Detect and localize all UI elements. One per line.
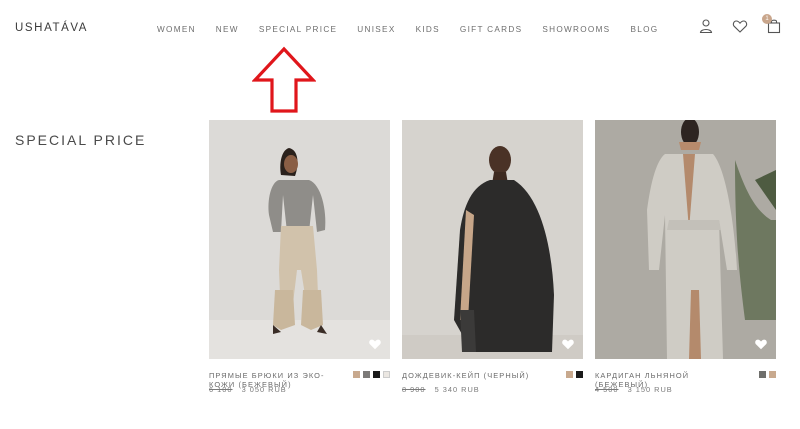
nav-blog[interactable]: BLOG xyxy=(630,25,658,34)
color-swatch[interactable] xyxy=(373,371,380,378)
product-image xyxy=(595,120,776,359)
site-header: USHATÁVA WOMEN NEW SPECIAL PRICE UNISEX … xyxy=(0,0,800,58)
nav-unisex[interactable]: UNISEX xyxy=(357,25,395,34)
current-price: 5 340 RUB xyxy=(434,385,480,394)
product-card[interactable]: ПРЯМЫЕ БРЮКИ ИЗ ЭКО-КОЖИ (БЕЖЕВЫЙ) 6 100… xyxy=(209,120,390,394)
nav-gift-cards[interactable]: GIFT CARDS xyxy=(460,25,522,34)
product-card[interactable]: КАРДИГАН ЛЬНЯНОЙ (БЕЖЕВЫЙ) 4 500 3 150 R… xyxy=(595,120,776,394)
product-name[interactable]: ДОЖДЕВИК-КЕЙП (ЧЕРНЫЙ) xyxy=(402,371,537,380)
nav-new[interactable]: NEW xyxy=(216,25,239,34)
color-swatch[interactable] xyxy=(566,371,573,378)
old-price: 4 500 xyxy=(595,385,619,394)
logo[interactable]: USHATÁVA xyxy=(15,22,88,34)
user-icon[interactable] xyxy=(698,18,714,34)
favorite-heart-icon[interactable] xyxy=(561,337,575,351)
nav-women[interactable]: WOMEN xyxy=(157,25,196,34)
favorite-heart-icon[interactable] xyxy=(368,337,382,351)
main-nav: WOMEN NEW SPECIAL PRICE UNISEX KIDS GIFT… xyxy=(157,25,658,34)
product-image xyxy=(402,120,583,359)
product-photo[interactable] xyxy=(595,120,776,359)
nav-showrooms[interactable]: SHOWROOMS xyxy=(542,25,610,34)
current-price: 3 150 RUB xyxy=(627,385,673,394)
favorite-heart-icon[interactable] xyxy=(754,337,768,351)
product-photo[interactable] xyxy=(402,120,583,359)
old-price: 8 900 xyxy=(402,385,426,394)
annotation-arrow-up xyxy=(252,46,316,113)
old-price: 6 100 xyxy=(209,385,233,394)
color-swatch[interactable] xyxy=(383,371,390,378)
price-row: 6 100 3 050 RUB xyxy=(209,385,287,394)
current-price: 3 050 RUB xyxy=(241,385,287,394)
price-row: 8 900 5 340 RUB xyxy=(402,385,480,394)
color-swatches xyxy=(353,371,390,378)
nav-special-price[interactable]: SPECIAL PRICE xyxy=(259,25,337,34)
bag-icon[interactable]: 1 xyxy=(762,14,782,34)
color-swatch[interactable] xyxy=(759,371,766,378)
header-icons: 1 xyxy=(698,14,782,34)
heart-icon[interactable] xyxy=(732,18,748,34)
color-swatches xyxy=(759,371,776,378)
product-card[interactable]: ДОЖДЕВИК-КЕЙП (ЧЕРНЫЙ) 8 900 5 340 RUB xyxy=(402,120,583,394)
color-swatch[interactable] xyxy=(576,371,583,378)
cart-count-badge: 1 xyxy=(762,14,772,24)
color-swatch[interactable] xyxy=(353,371,360,378)
color-swatches xyxy=(566,371,583,378)
product-image xyxy=(209,120,390,359)
product-photo[interactable] xyxy=(209,120,390,359)
page-title: SPECIAL PRICE xyxy=(15,132,147,148)
price-row: 4 500 3 150 RUB xyxy=(595,385,673,394)
color-swatch[interactable] xyxy=(769,371,776,378)
nav-kids[interactable]: KIDS xyxy=(416,25,440,34)
color-swatch[interactable] xyxy=(363,371,370,378)
